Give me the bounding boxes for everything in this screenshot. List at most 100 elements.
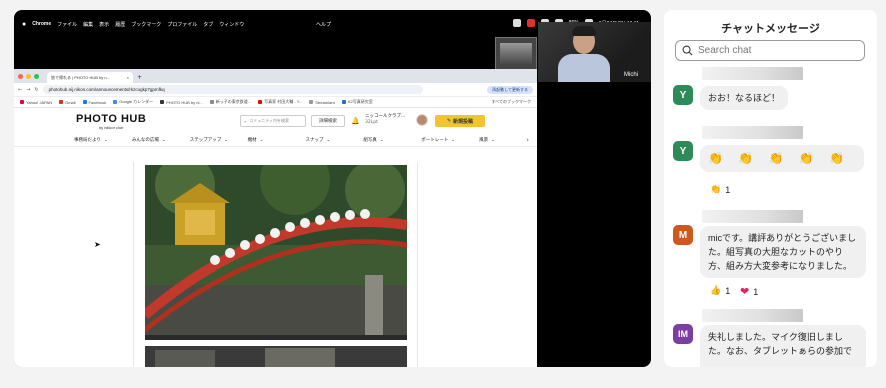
site-header: PHOTO HUB by nikkor club ⌕ コミュニティ内を検索 詳細…: [14, 108, 537, 134]
all-bookmarks-link[interactable]: すべてのブックマーク: [491, 99, 531, 105]
festival-photo[interactable]: [145, 165, 407, 340]
reaction-heart[interactable]: ❤ 1: [740, 285, 758, 298]
nav-item[interactable]: ポートレート ⌄: [421, 137, 479, 144]
browser-tab-title: 皆で帰れる | PHOTO HUB by n...: [51, 74, 110, 80]
new-post-button[interactable]: ✎ 新規投稿: [435, 115, 485, 127]
nav-item[interactable]: みんなの広場 ⌄: [132, 137, 190, 144]
chat-message: micです。講評ありがとうございました。組写真の大胆なカットのやり方、組み方大変…: [700, 226, 866, 278]
chevron-right-icon[interactable]: ›: [526, 136, 529, 144]
participant-name: Michi: [624, 72, 639, 78]
bookmark-item[interactable]: Gmail: [59, 100, 76, 105]
menu-app[interactable]: Chrome: [32, 21, 51, 27]
reaction-count: 1: [753, 286, 759, 297]
bookmark-item[interactable]: 写真家 村田大輔 - Y...: [258, 99, 302, 105]
menu-tab[interactable]: タブ: [203, 21, 213, 28]
mouse-cursor-icon: ➤: [94, 240, 101, 249]
chat-title: チャットメッセージ: [721, 23, 820, 35]
site-search-input[interactable]: ⌕ コミュニティ内を検索: [240, 115, 306, 127]
menu-view[interactable]: 表示: [99, 21, 109, 28]
avatar[interactable]: Y: [673, 85, 693, 105]
reaction-clap[interactable]: 👏 1: [710, 184, 730, 195]
sender-name-redacted: [702, 126, 803, 139]
self-video-thumbnail[interactable]: [495, 37, 537, 71]
chevron-down-icon: ⌄: [224, 137, 229, 143]
menu-edit[interactable]: 編集: [83, 21, 93, 28]
nav-item[interactable]: 機材 ⌄: [248, 137, 306, 144]
browser-window: 皆で帰れる | PHOTO HUB by n... × + ← → ↻ phot…: [14, 69, 537, 367]
gmail-status-icon[interactable]: [526, 19, 535, 27]
chat-message-emoji: 👏 👏 👏 👏 👏: [700, 145, 865, 172]
url-text: photohub.nij.nikon.com/announcements/rkz…: [48, 87, 165, 92]
reaction-count: 1: [725, 184, 731, 195]
bell-icon[interactable]: 🔔: [351, 117, 360, 125]
bookmark-item[interactable]: Yahoo! JAPAN: [20, 100, 52, 105]
chat-panel: チャットメッセージ Y おお！なるほど！ Y 👏 👏 👏 👏 👏 👏 1 M: [664, 10, 877, 367]
bookmark-item[interactable]: K2写真研究室: [341, 99, 373, 105]
nav-item[interactable]: 組写真 ⌄: [363, 137, 421, 144]
chat-search-input[interactable]: [698, 45, 858, 56]
new-tab-icon[interactable]: +: [137, 72, 142, 83]
browser-tab[interactable]: 皆で帰れる | PHOTO HUB by n... ×: [47, 72, 133, 83]
back-icon[interactable]: ←: [18, 87, 22, 93]
sender-name-redacted: [702, 67, 803, 80]
advanced-search-button[interactable]: 詳細検索: [311, 115, 345, 127]
chevron-down-icon: ⌄: [491, 137, 495, 143]
menu-file[interactable]: ファイル: [57, 21, 77, 28]
site-logo[interactable]: PHOTO HUB by nikkor club: [76, 113, 146, 130]
user-club-info[interactable]: ニッコールクラブ... 32Lpt: [365, 114, 405, 126]
close-window-icon[interactable]: [18, 73, 23, 79]
chevron-down-icon: ⌄: [326, 137, 331, 143]
chat-message: 失礼しました。マイク復旧しました。なお、タブレットぁらの参加で: [700, 325, 866, 367]
apple-icon[interactable]: ●: [22, 21, 26, 28]
bookmark-item[interactable]: Facebook: [82, 100, 106, 105]
zoom-window-icon[interactable]: [34, 73, 39, 79]
avatar[interactable]: Y: [673, 141, 693, 161]
thumbs-up-icon: 👍: [710, 285, 722, 295]
menu-history[interactable]: 履歴: [115, 21, 125, 28]
bookmark-item[interactable]: 新っ子の東京鉄道...: [209, 99, 251, 105]
chat-search-field[interactable]: [675, 40, 865, 61]
minimize-window-icon[interactable]: [26, 73, 31, 79]
menu-bookmarks[interactable]: ブックマーク: [131, 21, 161, 28]
bookmark-item[interactable]: PHOTO HUB by ni...: [160, 100, 203, 105]
user-avatar[interactable]: [416, 114, 428, 126]
forward-icon[interactable]: →: [26, 87, 30, 93]
chevron-down-icon: ⌄: [451, 137, 456, 143]
clap-icon: 👏: [710, 184, 722, 194]
shared-screen: ● Chrome ファイル 編集 表示 履歴 ブックマーク プロファイル タブ …: [14, 10, 651, 367]
status-icon[interactable]: [512, 19, 521, 27]
reaction-count: 1: [725, 285, 731, 296]
reaction-thumbs-up[interactable]: 👍 1: [710, 285, 730, 296]
bookmark-item[interactable]: Streamlard: [309, 100, 335, 105]
nav-item[interactable]: ステップアップ ⌄: [190, 137, 248, 144]
nav-item[interactable]: 事務局だより ⌄: [74, 137, 132, 144]
reload-icon[interactable]: ↻: [34, 87, 38, 93]
window-controls: [18, 69, 39, 83]
chevron-down-icon: ⌄: [161, 137, 166, 143]
sender-name-redacted: [702, 309, 803, 322]
bookmark-item[interactable]: Google カレンダー: [113, 99, 153, 105]
participant-video[interactable]: Michi: [538, 22, 651, 82]
site-nav: 事務局だより ⌄ みんなの広場 ⌄ ステップアップ ⌄ 機材 ⌄ スナップ ⌄ 組写真 ⌄ …: [14, 134, 537, 147]
close-tab-icon[interactable]: ×: [127, 75, 129, 80]
relaunch-button[interactable]: 再起動して更新する: [487, 85, 533, 94]
chevron-down-icon: ⌄: [259, 137, 264, 143]
menu-window[interactable]: ウィンドウ: [219, 21, 244, 28]
browser-tabstrip: 皆で帰れる | PHOTO HUB by n... × +: [14, 69, 537, 83]
nav-item[interactable]: スナップ ⌄: [306, 137, 364, 144]
address-bar-row: ← → ↻ photohub.nij.nikon.com/announcemen…: [14, 83, 537, 97]
search-icon: ⌕: [244, 118, 247, 124]
menu-help[interactable]: ヘルプ: [316, 21, 331, 28]
clap-emoji-row: 👏 👏 👏 👏 👏: [708, 151, 851, 165]
chat-message: おお！なるほど！: [700, 86, 789, 110]
menu-profile[interactable]: プロファイル: [167, 21, 197, 28]
heart-icon: ❤: [740, 286, 750, 298]
address-bar[interactable]: photohub.nij.nikon.com/announcements/rkz…: [42, 85, 423, 94]
sender-name-redacted: [702, 210, 803, 223]
chevron-down-icon: ⌄: [379, 137, 384, 143]
bookmarks-bar: Yahoo! JAPAN Gmail Facebook Google カレンダー…: [14, 97, 537, 108]
avatar[interactable]: IM: [673, 324, 693, 344]
avatar[interactable]: M: [673, 225, 693, 245]
second-photo[interactable]: [145, 346, 407, 367]
chevron-down-icon: ⌄: [103, 137, 108, 143]
